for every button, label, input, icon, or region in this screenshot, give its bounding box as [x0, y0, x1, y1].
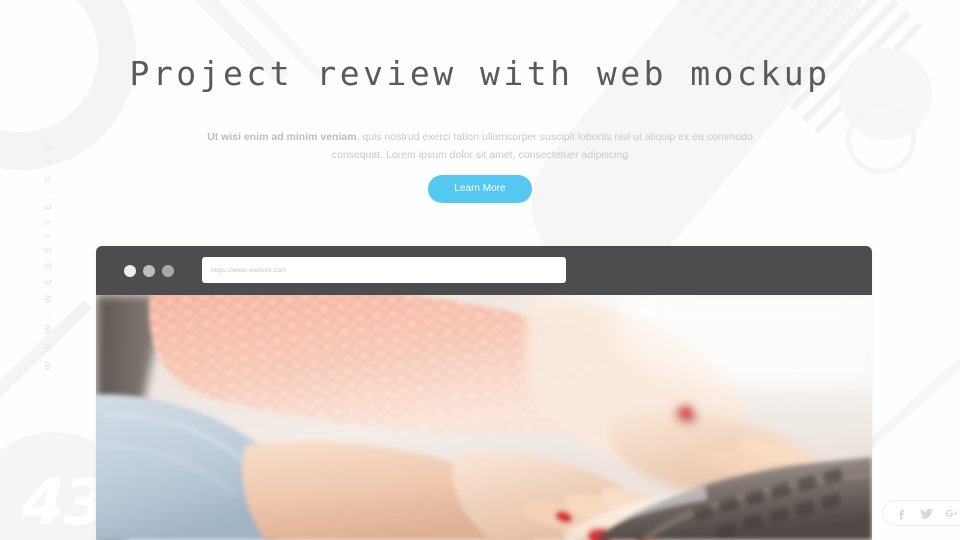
body-lead-text: Ut wisi enim ad minim veniam [207, 131, 357, 143]
window-control-dots [124, 264, 174, 277]
slide-canvas: 43 W W W . W E B S I T E . C O M Project… [0, 0, 960, 540]
browser-mockup: https://www.website.com [96, 246, 872, 540]
facebook-icon[interactable] [895, 507, 908, 520]
page-title: Project review with web mockup [129, 54, 831, 93]
page-number: 43 [22, 466, 106, 539]
social-links-bar [882, 500, 960, 526]
window-minimize-dot-icon[interactable] [143, 264, 155, 277]
browser-viewport-photo [96, 295, 872, 540]
window-close-dot-icon[interactable] [124, 264, 136, 277]
vertical-website-label: W W W . W E B S I T E . C O M [43, 138, 53, 370]
body-rest-text: , quis nostrud exerci tation ullamcorper… [331, 131, 753, 161]
learn-more-button[interactable]: Learn More [428, 175, 532, 203]
browser-chrome-bar: https://www.website.com [96, 246, 872, 295]
hands-typing-on-laptop-photo [96, 295, 872, 540]
body-paragraph: Ut wisi enim ad minim veniam, quis nostr… [200, 128, 760, 164]
twitter-icon[interactable] [920, 507, 933, 520]
window-maximize-dot-icon[interactable] [162, 264, 174, 277]
address-bar[interactable]: https://www.website.com [202, 257, 566, 283]
google-plus-icon[interactable] [945, 507, 958, 520]
url-text: https://www.website.com [211, 266, 287, 274]
decor-circle-top-right-outline [846, 104, 916, 174]
